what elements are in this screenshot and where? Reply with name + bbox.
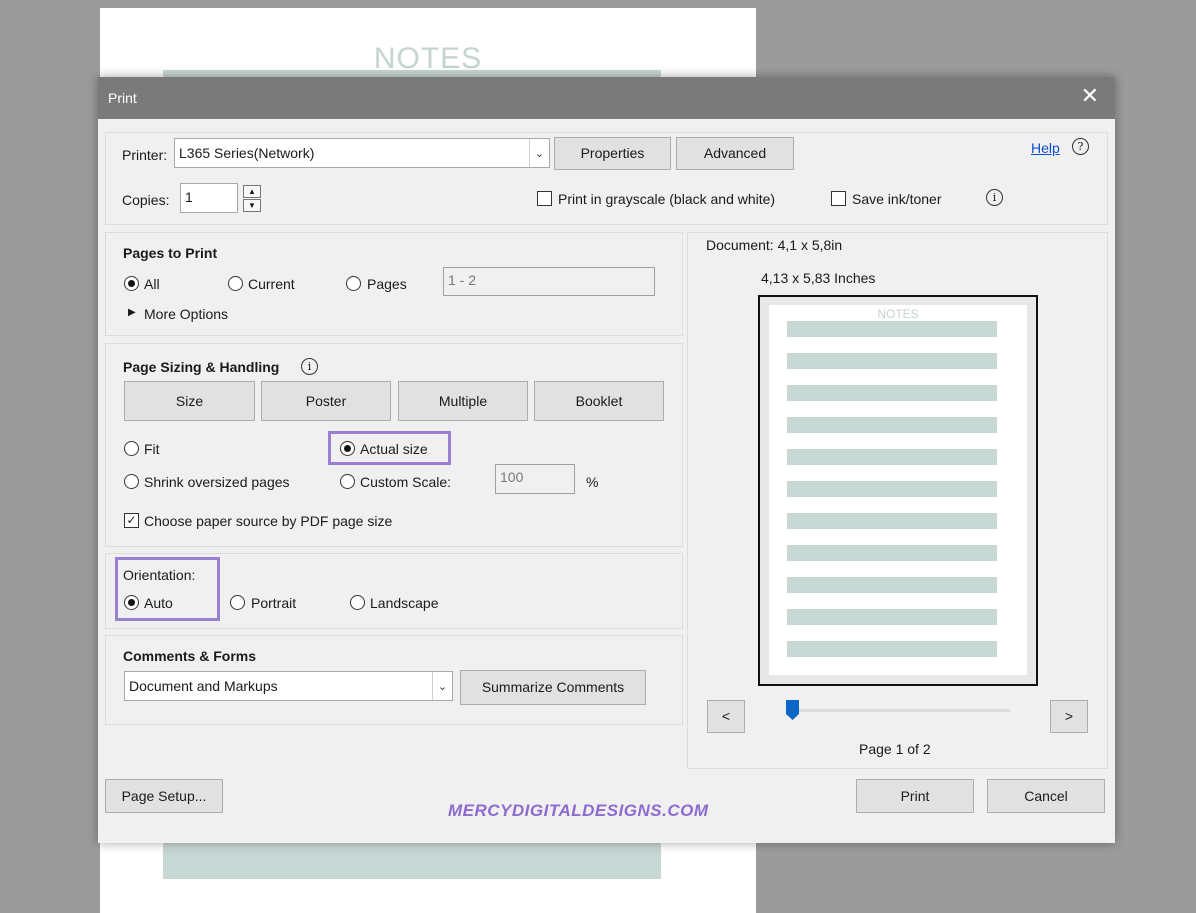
preview-band [787, 641, 997, 657]
paper-source-checkbox[interactable]: ✓ [124, 513, 139, 528]
copies-value: 1 [185, 189, 193, 205]
prev-page-button[interactable]: < [707, 700, 745, 733]
orientation-landscape-radio[interactable] [350, 595, 365, 610]
pages-all-radio[interactable] [124, 276, 139, 291]
close-icon[interactable]: ✕ [1081, 85, 1099, 107]
background-band [163, 843, 661, 879]
chevron-down-icon: ⌄ [529, 139, 549, 167]
custom-scale-value: 100 [500, 469, 524, 485]
pages-range-value: 1 - 2 [448, 272, 477, 288]
shrink-label: Shrink oversized pages [144, 474, 290, 490]
watermark-text: MERCYDIGITALDESIGNS.COM [448, 801, 709, 820]
page-sizing-heading: Page Sizing & Handling [123, 359, 280, 375]
grayscale-label: Print in grayscale (black and white) [558, 191, 776, 207]
advanced-button[interactable]: Advanced [676, 137, 794, 170]
preview-band [787, 321, 997, 337]
dialog-titlebar: Print ✕ [98, 77, 1115, 119]
preview-band [787, 385, 997, 401]
fit-radio[interactable] [124, 441, 139, 456]
print-button[interactable]: Print [856, 779, 974, 813]
pages-range-radio[interactable] [346, 276, 361, 291]
pages-to-print-heading: Pages to Print [123, 245, 218, 261]
booklet-button[interactable]: Booklet [534, 381, 664, 421]
percent-label: % [586, 474, 599, 490]
document-size-label: Document: 4,1 x 5,8in [706, 237, 843, 253]
help-link[interactable]: Help [1031, 140, 1060, 156]
comments-forms-heading: Comments & Forms [123, 648, 257, 664]
preview-band [787, 353, 997, 369]
info-icon[interactable]: i [301, 358, 318, 375]
save-ink-checkbox[interactable] [831, 191, 846, 206]
page-size-label: 4,13 x 5,83 Inches [761, 270, 876, 286]
expand-triangle-icon[interactable]: ▶ [128, 307, 136, 318]
preview-band [787, 609, 997, 625]
custom-scale-label: Custom Scale: [360, 474, 452, 490]
preview-thumb-title: NOTES [877, 307, 919, 321]
orientation-section: Orientation: Auto Portrait Landscape [105, 553, 683, 629]
printer-label: Printer: [122, 147, 168, 163]
orientation-portrait-radio[interactable] [230, 595, 245, 610]
info-icon[interactable]: i [986, 189, 1003, 206]
page-slider-thumb[interactable] [786, 700, 799, 720]
poster-button[interactable]: Poster [261, 381, 391, 421]
help-icon[interactable]: ? [1072, 138, 1089, 155]
summarize-comments-button[interactable]: Summarize Comments [460, 670, 646, 705]
preview-band [787, 513, 997, 529]
paper-source-label: Choose paper source by PDF page size [144, 513, 393, 529]
comments-forms-section: Comments & Forms Document and Markups ⌄ … [105, 635, 683, 725]
cancel-button[interactable]: Cancel [987, 779, 1105, 813]
next-page-button[interactable]: > [1050, 700, 1088, 733]
orientation-landscape-label: Landscape [370, 595, 439, 611]
annotation-highlight [115, 557, 220, 621]
copies-input[interactable]: 1 [180, 183, 238, 213]
preview-band [787, 481, 997, 497]
preview-band [787, 417, 997, 433]
more-options-toggle[interactable]: More Options [144, 306, 228, 322]
preview-section: Document: 4,1 x 5,8in 4,13 x 5,83 Inches… [687, 232, 1108, 769]
custom-scale-input[interactable]: 100 [495, 464, 575, 494]
size-button[interactable]: Size [124, 381, 255, 421]
multiple-button[interactable]: Multiple [398, 381, 528, 421]
printer-select-value: L365 Series(Network) [179, 145, 315, 161]
fit-label: Fit [144, 441, 160, 457]
save-ink-label: Save ink/toner [852, 191, 942, 207]
pages-current-label: Current [248, 276, 295, 292]
custom-scale-radio[interactable] [340, 474, 355, 489]
preview-band [787, 449, 997, 465]
chevron-down-icon: ⌄ [432, 672, 452, 700]
annotation-highlight [328, 431, 451, 465]
copies-increment-icon[interactable]: ▲ [243, 185, 261, 198]
orientation-portrait-label: Portrait [251, 595, 297, 611]
grayscale-checkbox[interactable] [537, 191, 552, 206]
printer-select[interactable]: L365 Series(Network) ⌄ [174, 138, 550, 168]
pages-all-label: All [144, 276, 160, 292]
copies-label: Copies: [122, 192, 170, 208]
pages-range-label: Pages [367, 276, 407, 292]
preview-paper: NOTES [769, 305, 1027, 675]
shrink-radio[interactable] [124, 474, 139, 489]
comments-forms-select[interactable]: Document and Markups ⌄ [124, 671, 453, 701]
copies-decrement-icon[interactable]: ▼ [243, 199, 261, 212]
page-slider-track[interactable] [786, 709, 1010, 712]
properties-button[interactable]: Properties [554, 137, 671, 170]
pages-range-input[interactable]: 1 - 2 [443, 267, 655, 296]
preview-band [787, 545, 997, 561]
pages-current-radio[interactable] [228, 276, 243, 291]
pages-to-print-section: Pages to Print All Current Pages 1 - 2 ▶… [105, 232, 683, 336]
print-dialog: Print ✕ Printer: L365 Series(Network) ⌄ … [98, 77, 1115, 843]
preview-band [787, 577, 997, 593]
page-setup-button[interactable]: Page Setup... [105, 779, 223, 813]
page-sizing-section: Page Sizing & Handling i Size Poster Mul… [105, 343, 683, 547]
printer-section: Printer: L365 Series(Network) ⌄ Properti… [105, 132, 1108, 225]
dialog-title: Print [108, 90, 137, 106]
page-indicator: Page 1 of 2 [859, 741, 931, 757]
page-preview: NOTES [758, 295, 1038, 686]
comments-forms-value: Document and Markups [129, 678, 278, 694]
